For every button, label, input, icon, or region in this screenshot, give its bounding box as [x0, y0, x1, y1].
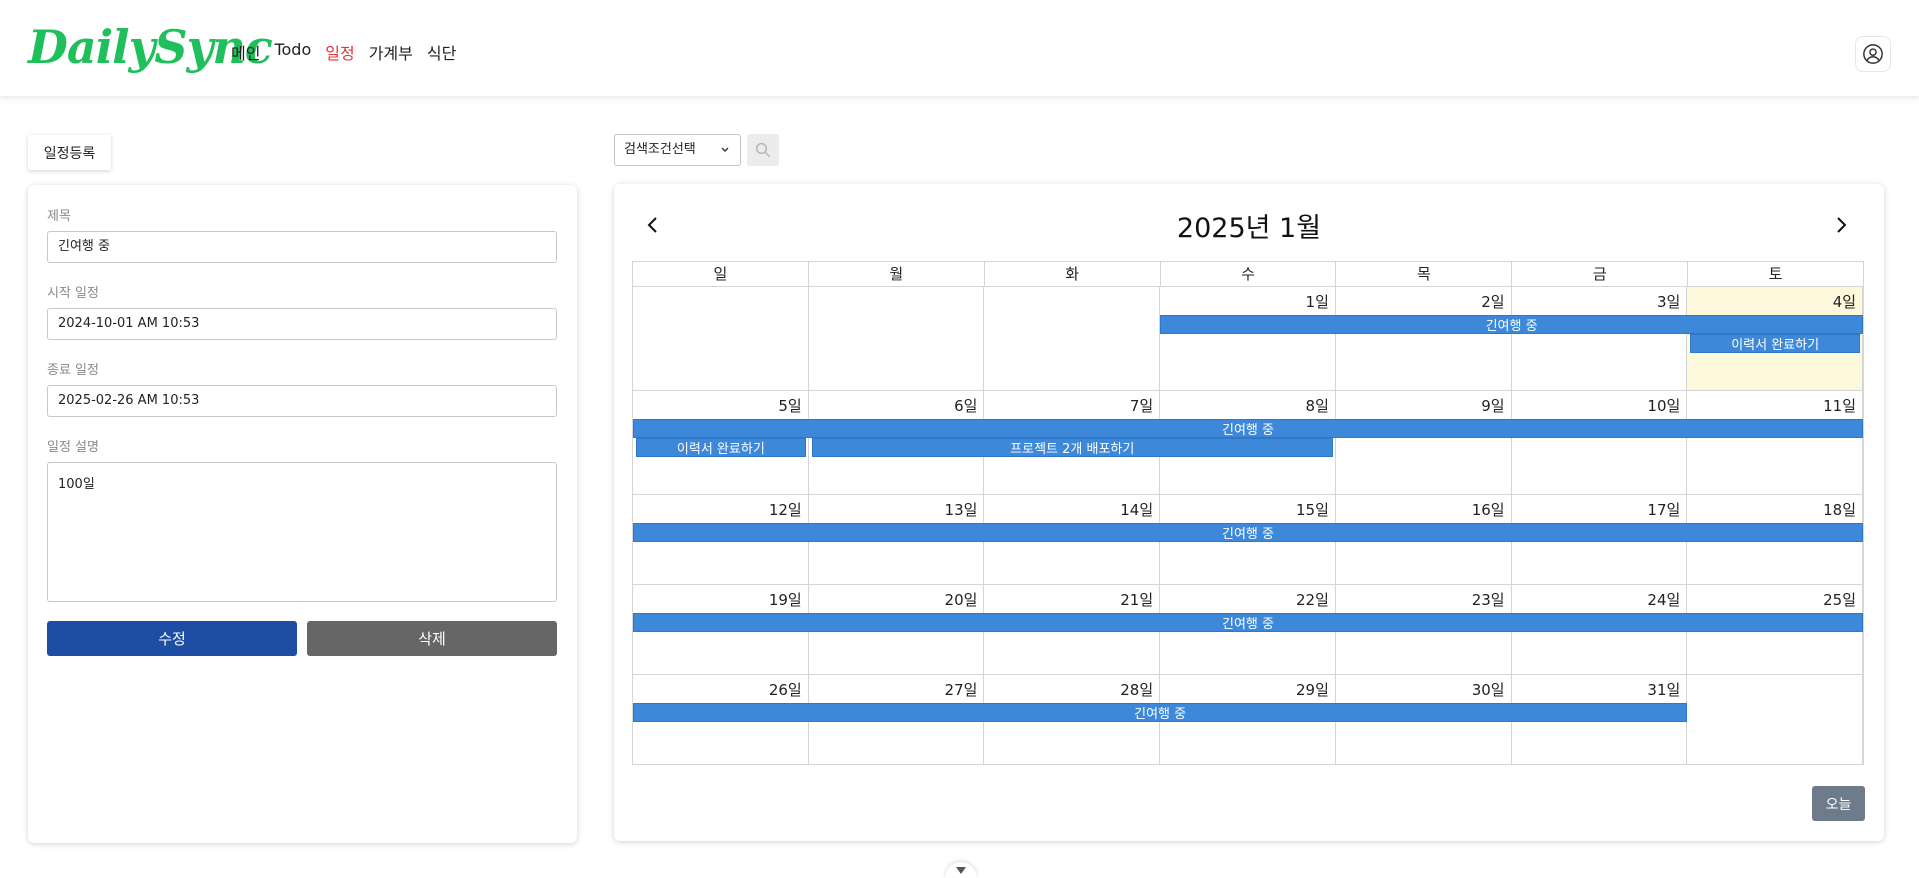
calendar-day-cell[interactable]: 2일: [1336, 287, 1512, 390]
day-number: 12일: [768, 501, 802, 519]
day-number: 21일: [1120, 591, 1154, 609]
calendar-event[interactable]: 긴여행 중: [633, 703, 1688, 722]
user-circle-icon: [1863, 44, 1883, 64]
day-number: 10일: [1647, 397, 1681, 415]
delete-button[interactable]: 삭제: [307, 621, 557, 656]
user-menu-button[interactable]: [1855, 36, 1891, 72]
weekday-wed: 수: [1161, 262, 1337, 286]
search-button[interactable]: [747, 134, 779, 166]
day-number: 25일: [1823, 591, 1857, 609]
calendar-event[interactable]: 프로젝트 2개 배포하기: [811, 438, 1333, 457]
calendar-event[interactable]: 이력서 완료하기: [1690, 334, 1860, 353]
day-number: 19일: [768, 591, 802, 609]
end-date-input[interactable]: 2025-02-26 AM 10:53: [47, 385, 557, 417]
next-month-button[interactable]: [1826, 210, 1856, 240]
weekday-mon: 월: [809, 262, 985, 286]
calendar-grid: 일 월 화 수 목 금 토 1일 2일 3일 4일 긴여행 중 이력서 완료하기 5일 6일 7…: [632, 261, 1864, 765]
weekday-header-row: 일 월 화 수 목 금 토: [632, 261, 1864, 287]
day-number: 14일: [1120, 501, 1154, 519]
calendar-event[interactable]: 긴여행 중: [633, 419, 1863, 438]
title-input[interactable]: 긴여행 중: [47, 231, 557, 263]
calendar-event[interactable]: 이력서 완료하기: [636, 438, 806, 457]
day-number: 23일: [1471, 591, 1505, 609]
day-number: 28일: [1120, 681, 1154, 699]
calendar-week-row: 26일 27일 28일 29일 30일 31일긴여행 중: [632, 675, 1864, 765]
day-number: 6일: [954, 397, 978, 415]
chevron-down-icon: [956, 867, 966, 874]
search-condition-select[interactable]: 검색조건선택: [614, 134, 741, 166]
calendar-event[interactable]: 긴여행 중: [633, 613, 1863, 632]
main-nav: 메인 Todo 일정 가계부 식단: [231, 40, 456, 64]
day-number: 4일: [1832, 293, 1857, 311]
calendar-week-row: 19일 20일 21일 22일 23일 24일 25일긴여행 중: [632, 585, 1864, 675]
scroll-down-button[interactable]: [945, 862, 977, 878]
start-date-label: 시작 일정: [47, 286, 99, 301]
search-condition-value: 검색조건선택: [624, 142, 696, 157]
day-number: 13일: [944, 501, 978, 519]
calendar-day-cell[interactable]: 9일: [1336, 391, 1512, 494]
day-number: 26일: [768, 681, 802, 699]
calendar-day-cell[interactable]: 11일: [1687, 391, 1864, 494]
nav-item-budget[interactable]: 가계부: [369, 40, 413, 64]
calendar-day-cell[interactable]: [1687, 675, 1864, 764]
nav-item-schedule[interactable]: 일정: [325, 40, 354, 64]
calendar-event[interactable]: 긴여행 중: [633, 523, 1863, 542]
nav-item-diet[interactable]: 식단: [427, 40, 456, 64]
nav-item-main[interactable]: 메인: [231, 40, 260, 64]
day-number: 17일: [1647, 501, 1681, 519]
day-number: 8일: [1305, 397, 1329, 415]
day-number: 11일: [1823, 397, 1857, 415]
calendar-day-cell[interactable]: [809, 287, 985, 390]
day-number: 27일: [944, 681, 978, 699]
end-date-label: 종료 일정: [47, 363, 99, 378]
day-number: 30일: [1471, 681, 1505, 699]
weekday-fri: 금: [1512, 262, 1689, 286]
day-number: 5일: [778, 397, 802, 415]
today-button[interactable]: 오늘: [1812, 786, 1865, 821]
start-date-input[interactable]: 2024-10-01 AM 10:53: [47, 308, 557, 340]
calendar-event[interactable]: 긴여행 중: [1160, 315, 1863, 334]
day-number: 24일: [1647, 591, 1681, 609]
day-number: 2일: [1481, 293, 1505, 311]
calendar-panel: 2025년 1월 일 월 화 수 목 금 토 1일 2일 3일 4일 긴여행 중 이력서 …: [614, 184, 1884, 841]
calendar-day-cell[interactable]: 10일: [1512, 391, 1688, 494]
day-number: 16일: [1471, 501, 1505, 519]
nav-item-todo[interactable]: Todo: [274, 40, 311, 64]
day-number: 3일: [1656, 293, 1681, 311]
top-header: DailySync 메인 Todo 일정 가계부 식단: [0, 0, 1919, 96]
day-number: 9일: [1481, 397, 1505, 415]
calendar-week-row: 5일 6일 7일 8일 9일 10일 11일긴여행 중 이력서 완료하기 프로젝트 2개 배포하…: [632, 391, 1864, 495]
day-number: 18일: [1823, 501, 1857, 519]
description-label: 일정 설명: [47, 440, 99, 455]
day-number: 29일: [1295, 681, 1329, 699]
calendar-day-cell[interactable]: [984, 287, 1161, 390]
chevron-down-icon: [720, 135, 730, 177]
calendar-day-cell[interactable]: [633, 287, 809, 390]
description-textarea[interactable]: 100일: [47, 462, 557, 602]
chevron-right-icon: [1837, 217, 1847, 233]
weekday-sun: 일: [633, 262, 809, 286]
day-number: 31일: [1647, 681, 1681, 699]
calendar-day-cell[interactable]: 1일: [1160, 287, 1336, 390]
title-label: 제목: [47, 209, 71, 224]
day-number: 20일: [944, 591, 978, 609]
day-number: 15일: [1295, 501, 1329, 519]
calendar-week-row: 1일 2일 3일 4일긴여행 중 이력서 완료하기: [632, 287, 1864, 391]
day-number: 7일: [1129, 397, 1154, 415]
search-icon: [755, 142, 771, 158]
weekday-tue: 화: [985, 262, 1161, 286]
day-number: 22일: [1295, 591, 1329, 609]
calendar-week-row: 12일 13일 14일 15일 16일 17일 18일긴여행 중: [632, 495, 1864, 585]
edit-button[interactable]: 수정: [47, 621, 297, 656]
calendar-day-cell[interactable]: 3일: [1512, 287, 1688, 390]
weekday-thu: 목: [1336, 262, 1513, 286]
register-schedule-button[interactable]: 일정등록: [28, 135, 111, 170]
schedule-form: 제목 긴여행 중 시작 일정 2024-10-01 AM 10:53 종료 일정…: [28, 185, 577, 843]
day-number: 1일: [1305, 293, 1329, 311]
calendar-weeks: 1일 2일 3일 4일 긴여행 중 이력서 완료하기 5일 6일 7일 8일 9일 10일 11일 긴여행…: [632, 287, 1864, 765]
calendar-title: 2025년 1월: [1176, 213, 1322, 244]
weekday-sat: 토: [1768, 265, 1783, 283]
